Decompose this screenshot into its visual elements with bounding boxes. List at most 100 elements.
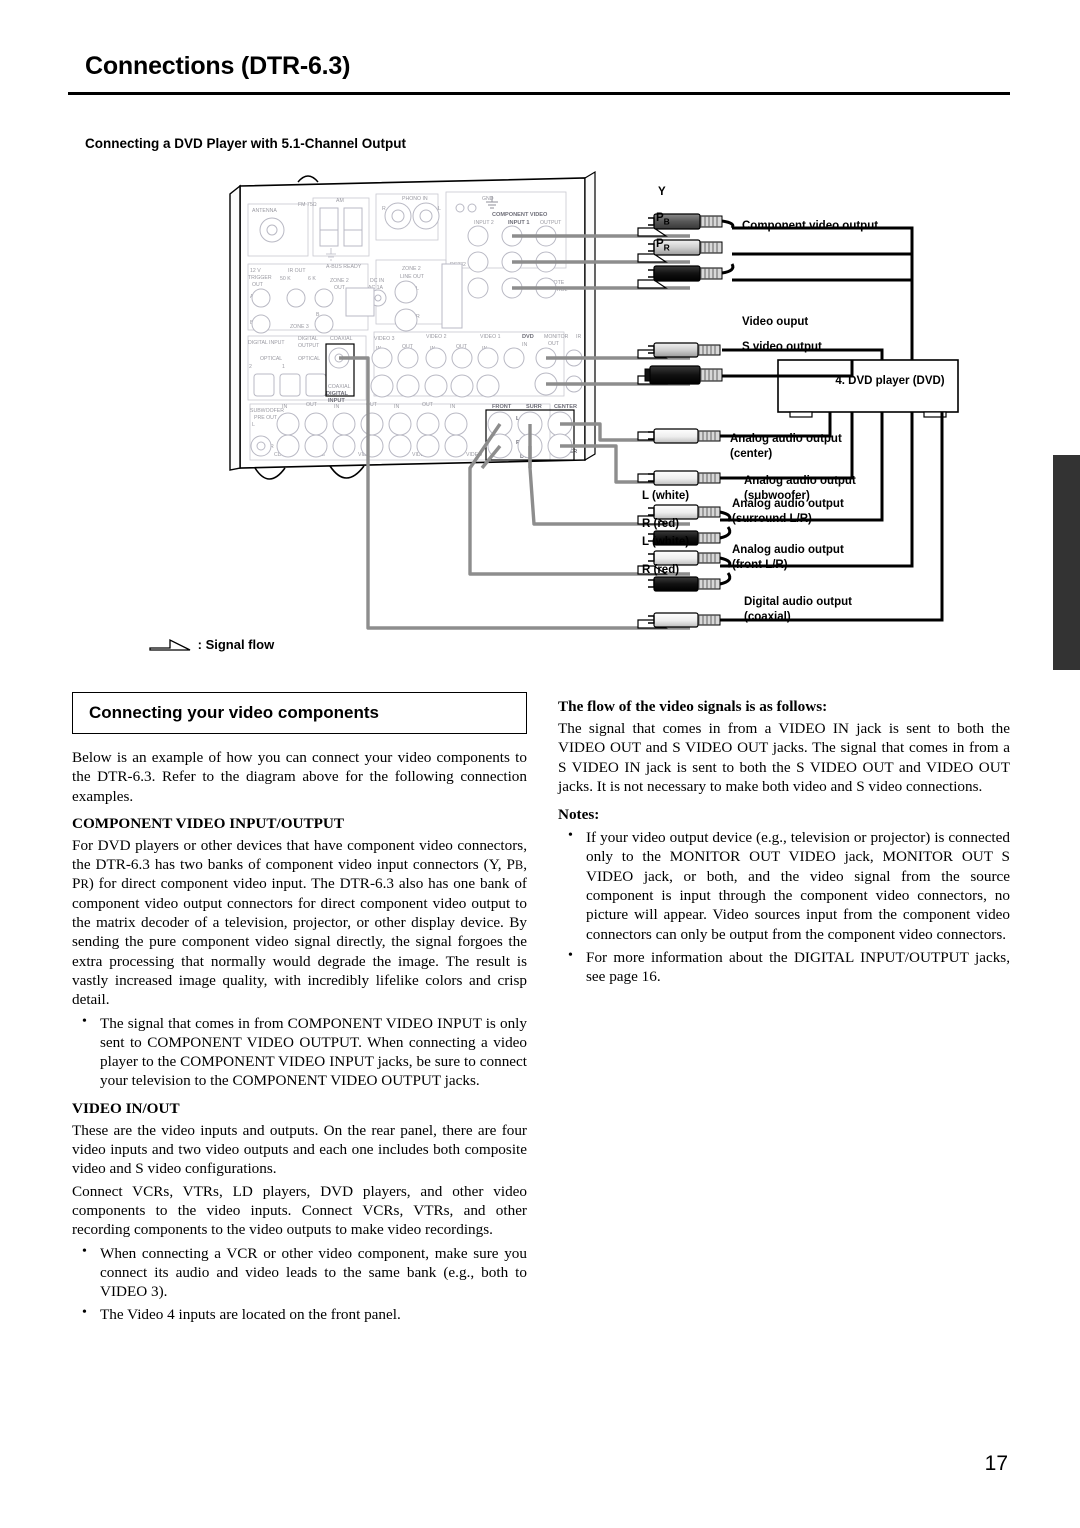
svg-text:OUT: OUT bbox=[548, 341, 560, 347]
svg-text:OUT: OUT bbox=[422, 402, 434, 408]
svg-text:OPTICAL: OPTICAL bbox=[260, 356, 282, 362]
svg-text:OUTPUT: OUTPUT bbox=[298, 343, 320, 349]
svg-text:IN: IN bbox=[522, 342, 527, 348]
signal-flow-legend: : Signal flow bbox=[148, 636, 274, 652]
callout-digital-audio: Digital audio output bbox=[744, 596, 852, 608]
callout-analog-surround-sub: (surround L/R) bbox=[732, 513, 812, 525]
svg-text:DIGITAL: DIGITAL bbox=[298, 336, 318, 342]
component-video-bullets: The signal that comes in from COMPONENT … bbox=[72, 1013, 527, 1091]
svg-text:DC IN: DC IN bbox=[370, 278, 384, 284]
section-edge-tab bbox=[1053, 455, 1080, 670]
dvd-player-box bbox=[777, 359, 959, 418]
svg-text:OUTPUT: OUTPUT bbox=[540, 220, 562, 226]
intro-paragraph: Below is an example of how you can conne… bbox=[72, 749, 527, 805]
page-title: Connections (DTR-6.3) bbox=[85, 52, 351, 80]
svg-text:SUBWOOFER: SUBWOOFER bbox=[250, 408, 284, 414]
svg-text:ANTENNA: ANTENNA bbox=[252, 208, 277, 214]
svg-text:INPUT 1: INPUT 1 bbox=[508, 220, 529, 226]
svg-text:FRONT: FRONT bbox=[492, 404, 512, 410]
svg-text:IN: IN bbox=[282, 404, 287, 410]
svg-text:ZONE 2: ZONE 2 bbox=[402, 266, 421, 272]
svg-text:VIDEO 3: VIDEO 3 bbox=[374, 336, 395, 342]
label-y: Y bbox=[658, 186, 666, 198]
svg-text:PRE OUT: PRE OUT bbox=[254, 415, 278, 421]
svg-text:12 V: 12 V bbox=[250, 268, 261, 274]
page-number: 17 bbox=[984, 1452, 1008, 1475]
callout-s-video-output: S video output bbox=[742, 341, 822, 353]
callout-digital-audio-sub: (coaxial) bbox=[744, 611, 791, 623]
video-components-heading: Connecting your video components bbox=[72, 692, 527, 734]
svg-text:50 K: 50 K bbox=[280, 276, 291, 282]
component-video-body: For DVD players or other devices that ha… bbox=[72, 836, 527, 1009]
svg-text:6 K: 6 K bbox=[308, 276, 316, 282]
plug-pr bbox=[648, 263, 735, 282]
list-item: When connecting a VCR or other video com… bbox=[72, 1243, 527, 1302]
svg-text:A-BUS READY: A-BUS READY bbox=[326, 264, 362, 270]
dvd-player-box-label: 4. DVD player (DVD) bbox=[835, 375, 945, 387]
right-column: The flow of the video signals is as foll… bbox=[558, 698, 1010, 991]
svg-text:IN: IN bbox=[334, 404, 339, 410]
callout-analog-surround: Analog audio output bbox=[732, 498, 844, 510]
svg-text:COAXIAL: COAXIAL bbox=[330, 336, 353, 342]
callout-analog-front: Analog audio output bbox=[732, 544, 844, 556]
svg-text:IN: IN bbox=[394, 404, 399, 410]
svg-text:TRIGGER: TRIGGER bbox=[248, 275, 272, 281]
video-inout-body-2: Connect VCRs, VTRs, LD players, DVD play… bbox=[72, 1182, 527, 1239]
svg-text:2: 2 bbox=[249, 364, 252, 370]
list-item: The signal that comes in from COMPONENT … bbox=[72, 1013, 527, 1091]
list-item: For more information about the DIGITAL I… bbox=[558, 947, 1010, 987]
plug-digital-coaxial bbox=[648, 612, 721, 628]
svg-text:DVD: DVD bbox=[522, 334, 534, 340]
svg-text:COMPONENT VIDEO: COMPONENT VIDEO bbox=[492, 212, 548, 218]
svg-text:CENTER: CENTER bbox=[554, 404, 577, 410]
callout-component-video-output: Component video output bbox=[742, 220, 879, 232]
svg-text:VIDEO 2: VIDEO 2 bbox=[426, 334, 447, 340]
svg-text:ZONE 2: ZONE 2 bbox=[330, 278, 349, 284]
svg-text:OUT: OUT bbox=[252, 282, 264, 288]
svg-text:IR: IR bbox=[576, 334, 581, 340]
svg-text:VIDEO 1: VIDEO 1 bbox=[480, 334, 501, 340]
section-subheading: Connecting a DVD Player with 5.1-Channel… bbox=[85, 136, 407, 151]
callout-analog-front-sub: (front L/R) bbox=[732, 559, 788, 571]
label-pb: PB bbox=[656, 212, 670, 227]
callout-analog-subwoofer: Analog audio output bbox=[744, 475, 856, 487]
signal-flow-arrow-icon bbox=[149, 638, 191, 651]
component-video-heading: COMPONENT VIDEO INPUT/OUTPUT bbox=[72, 814, 344, 832]
label-pr: PR bbox=[656, 238, 670, 253]
video-flow-body: The signal that comes in from a VIDEO IN… bbox=[558, 720, 1010, 795]
video-flow-heading: The flow of the video signals is as foll… bbox=[558, 698, 828, 715]
signal-flow-text: : Signal flow bbox=[197, 637, 275, 652]
svg-text:LINE OUT: LINE OUT bbox=[400, 274, 425, 280]
svg-text:SURR: SURR bbox=[526, 404, 542, 410]
notes-list: If your video output device (e.g., telev… bbox=[558, 827, 1010, 987]
left-column: Connecting your video components Below i… bbox=[72, 692, 527, 1329]
svg-text:OUT: OUT bbox=[334, 285, 346, 291]
list-item: If your video output device (e.g., telev… bbox=[558, 827, 1010, 944]
label-right-red-surround: R (red) bbox=[642, 518, 680, 530]
svg-text:OPTICAL: OPTICAL bbox=[298, 356, 320, 362]
plug-subwoofer bbox=[648, 470, 721, 486]
svg-text:COAXIAL: COAXIAL bbox=[328, 384, 351, 390]
label-left-white-surround: L (white) bbox=[642, 490, 690, 502]
video-inout-bullets: When connecting a VCR or other video com… bbox=[72, 1243, 527, 1325]
connection-diagram: ANTENNA FM 75Ω AM PHONO IN R L GND COMPO… bbox=[130, 168, 1030, 688]
title-rule bbox=[68, 92, 1010, 95]
label-right-red-front: R (red) bbox=[642, 564, 680, 576]
svg-text:AM: AM bbox=[336, 198, 344, 204]
video-inout-body-1: These are the video inputs and outputs. … bbox=[72, 1121, 527, 1178]
callout-analog-center: Analog audio output bbox=[730, 433, 842, 445]
plug-video bbox=[648, 342, 721, 358]
notes-label: Notes: bbox=[558, 806, 600, 824]
video-inout-heading: VIDEO IN/OUT bbox=[72, 1099, 180, 1117]
list-item: The Video 4 inputs are located on the fr… bbox=[72, 1304, 527, 1324]
svg-text:R: R bbox=[382, 206, 386, 212]
svg-text:MONITOR: MONITOR bbox=[544, 334, 569, 340]
svg-text:PHONO IN: PHONO IN bbox=[402, 196, 428, 202]
svg-text:L: L bbox=[252, 422, 255, 428]
label-left-white-front: L (white) bbox=[642, 536, 690, 548]
manual-page: Connections (DTR-6.3) Connecting a DVD P… bbox=[0, 0, 1080, 1528]
svg-text:IR OUT: IR OUT bbox=[288, 268, 306, 274]
callout-analog-center-sub: (center) bbox=[730, 448, 773, 460]
receiver-rear-panel: ANTENNA FM 75Ω AM PHONO IN R L GND COMPO… bbox=[229, 170, 596, 480]
svg-text:ZONE 3: ZONE 3 bbox=[290, 324, 309, 330]
